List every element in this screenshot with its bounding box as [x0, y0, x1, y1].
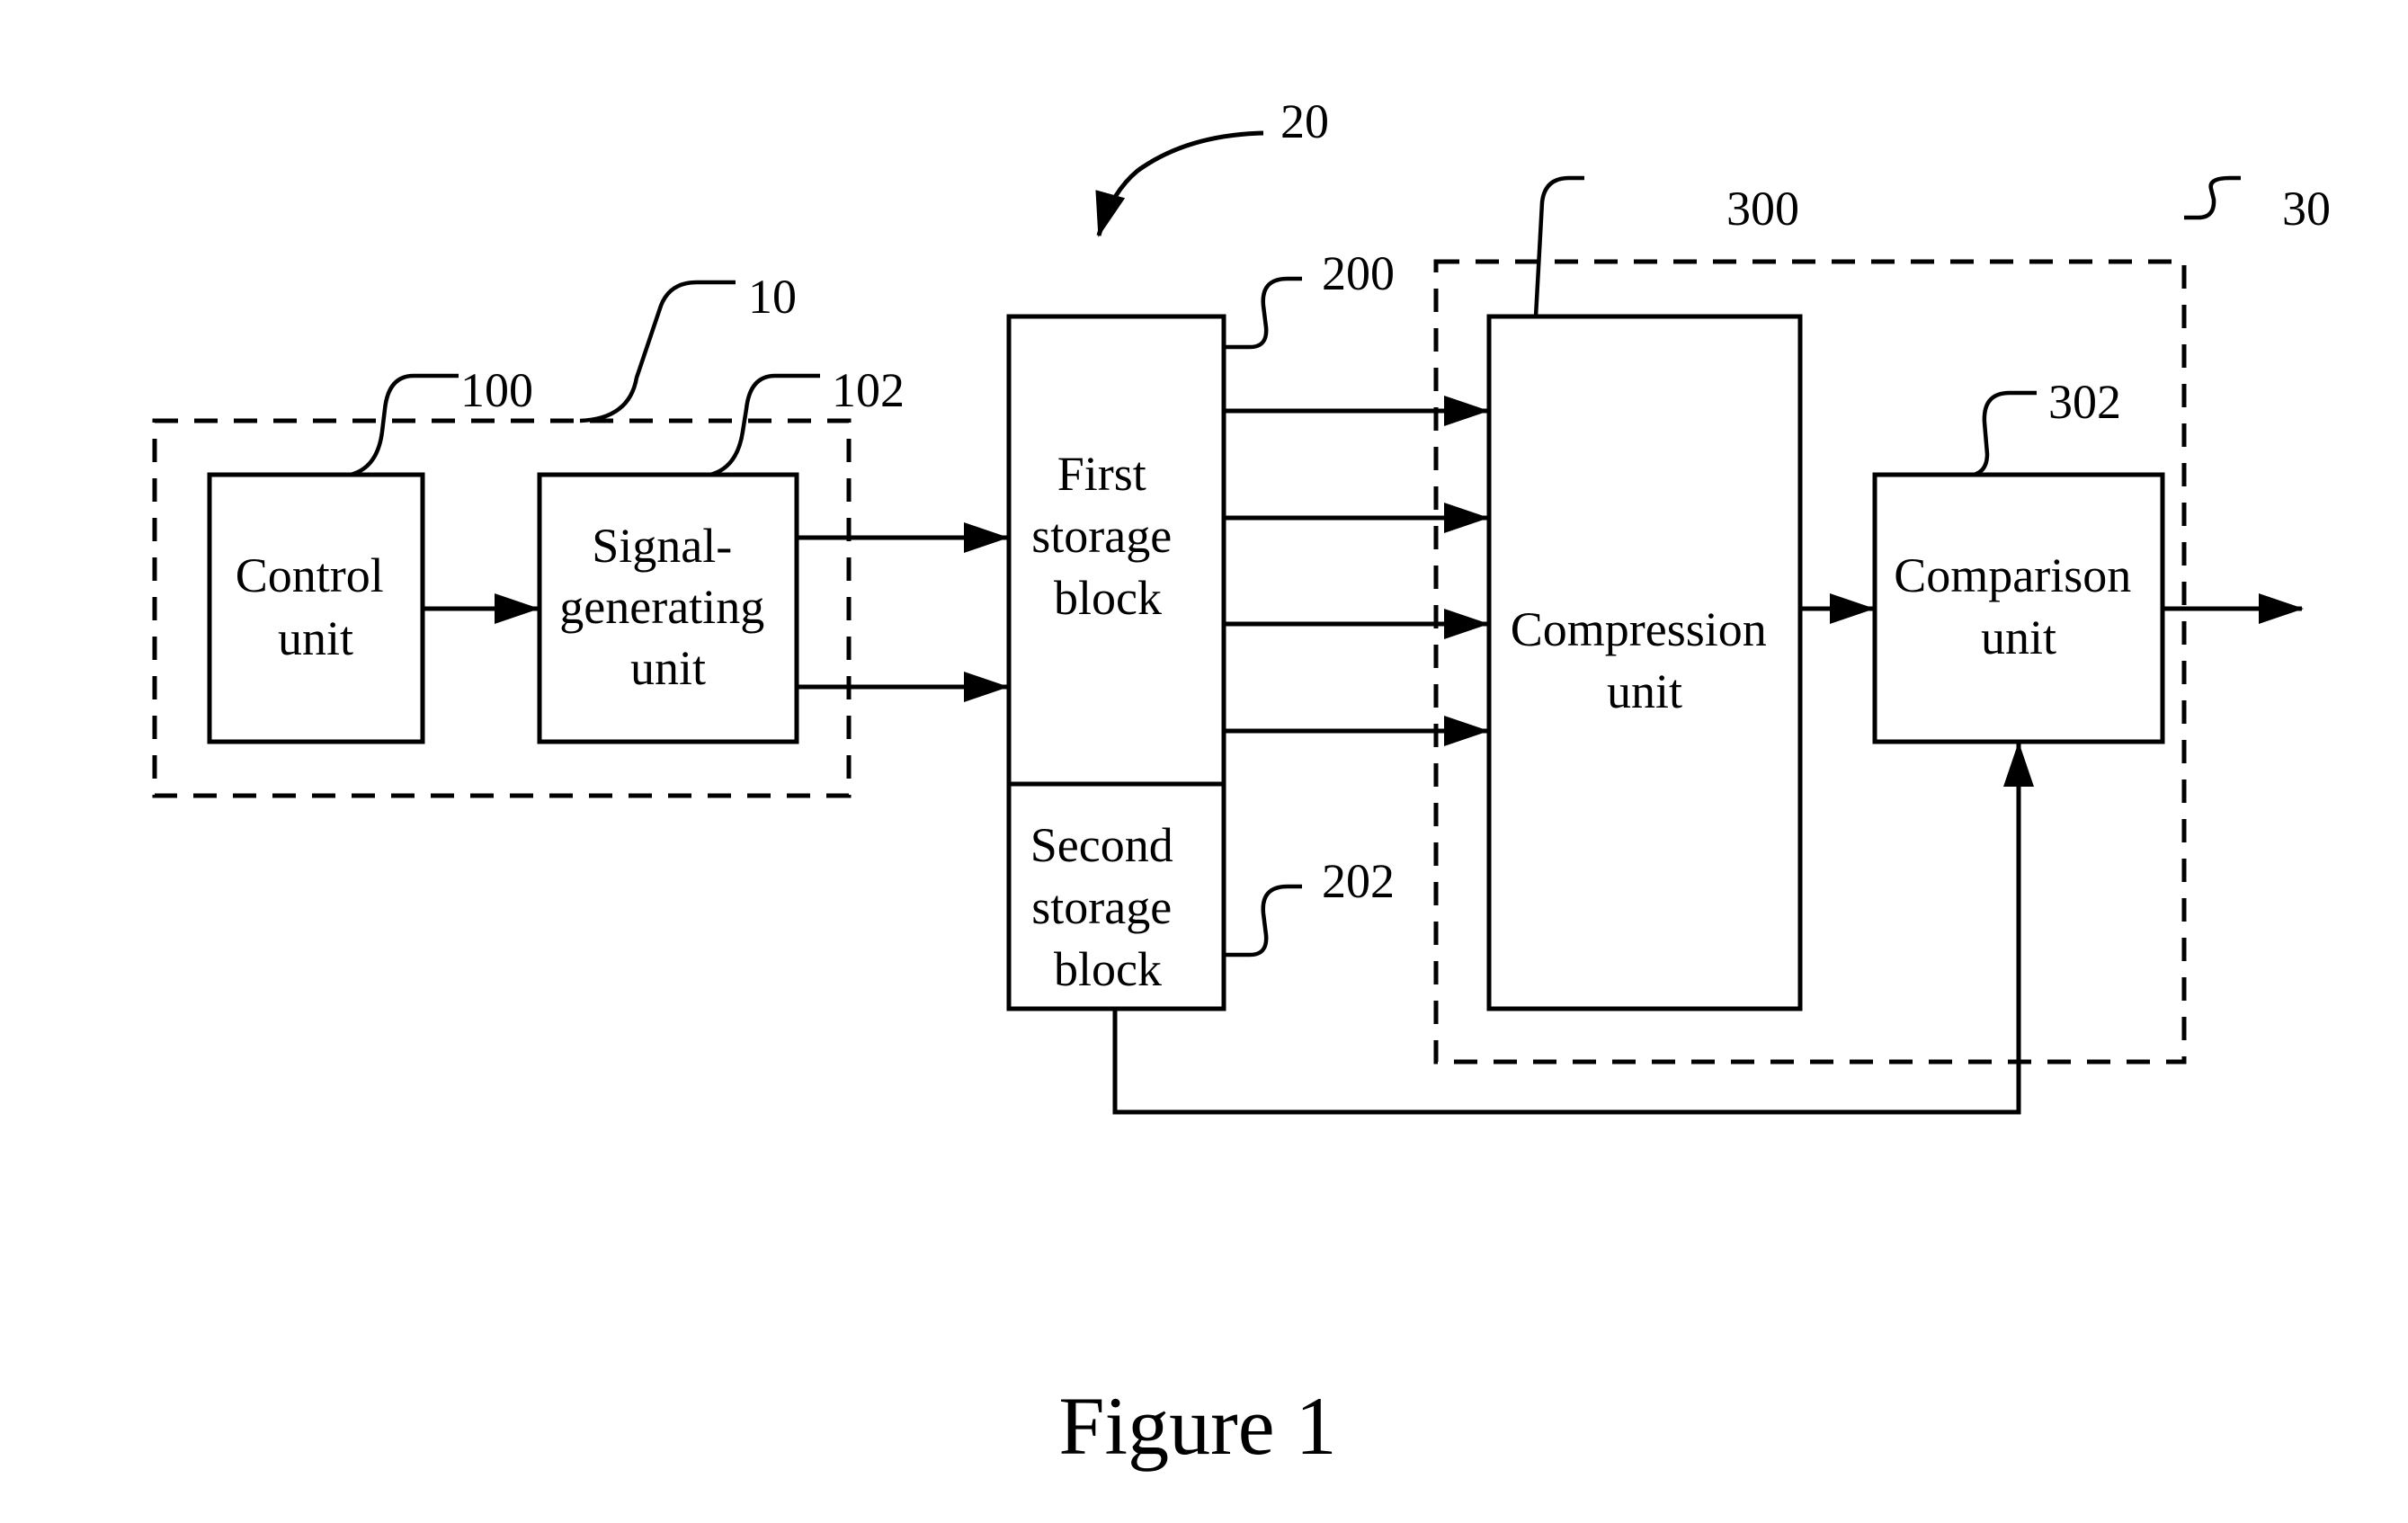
- group-20: 20: [1095, 94, 1329, 237]
- comparison-unit-box: [1872, 472, 2165, 744]
- first-storage-block-ref: 200: [1322, 246, 1395, 300]
- compression-unit-leader: [1533, 175, 1584, 317]
- comparison-unit-ref: 302: [2048, 375, 2121, 429]
- compression-unit-ref: 300: [1726, 182, 1799, 236]
- signal-generating-unit-leader: [709, 373, 820, 477]
- figure-caption: Figure 1: [1058, 1380, 1336, 1472]
- comparison-unit: Comparison unit 302: [1872, 375, 2165, 744]
- compression-unit: Compression unit 300: [1486, 175, 1803, 1011]
- control-unit-ref: 100: [460, 363, 533, 417]
- group-20-curved-arrow: [1095, 130, 1264, 237]
- second-storage-block-leader: [1224, 884, 1302, 957]
- second-storage-block-ref: 202: [1322, 854, 1395, 908]
- second-storage-block: Second storage block 202: [1006, 781, 1395, 1011]
- control-unit-box: [207, 472, 425, 744]
- compression-unit-box: [1486, 314, 1803, 1011]
- group-10-ref: 10: [748, 270, 797, 324]
- first-storage-block-leader: [1224, 276, 1302, 350]
- first-storage-block: First storage block 200: [1006, 246, 1395, 787]
- group-20-ref: 20: [1280, 94, 1329, 148]
- comparison-unit-leader: [1973, 390, 2037, 477]
- group-10-leader: [579, 280, 736, 423]
- group-30-leader: [2184, 175, 2241, 220]
- control-unit-leader: [350, 373, 459, 477]
- block-diagram: 10 Control unit 100 Signal- generating u…: [152, 94, 2331, 1472]
- group-30-ref: 30: [2282, 182, 2331, 236]
- signal-generating-unit-ref: 102: [832, 363, 905, 417]
